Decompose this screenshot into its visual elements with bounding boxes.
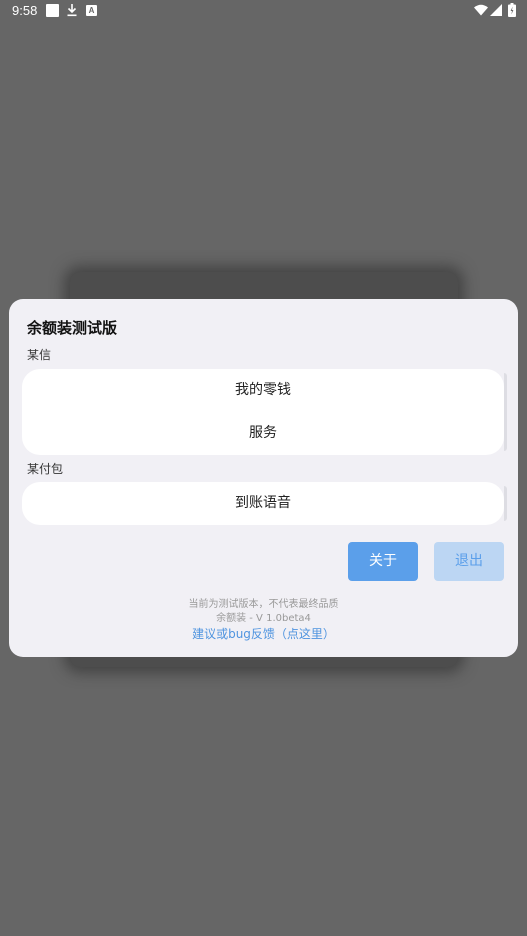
option-services[interactable]: 服务 (22, 412, 504, 455)
exit-button[interactable]: 退出 (434, 542, 504, 581)
group-edge (504, 373, 507, 451)
battery-icon (508, 3, 516, 17)
notification-square-icon (46, 4, 59, 17)
group-edge (504, 486, 507, 521)
section-label-alipay: 某付包 (27, 462, 64, 476)
feedback-link[interactable]: 建议或bug反馈（点这里） (9, 626, 518, 642)
test-version-disclaimer: 当前为测试版本，不代表最终品质 (188, 599, 339, 610)
status-bar: 9:58 A (0, 0, 527, 24)
section-label-wechat: 某信 (27, 348, 52, 362)
about-button[interactable]: 关于 (348, 542, 418, 581)
download-icon (67, 4, 77, 17)
status-time: 9:58 (12, 3, 38, 18)
alipay-group: 到账语音 (22, 482, 507, 525)
app-notification-icon: A (86, 5, 97, 16)
dialog: 余额装测试版 某信 我的零钱 服务 某付包 到账语音 关于 退出 当前为测试版本… (9, 299, 518, 657)
option-my-change[interactable]: 我的零钱 (22, 369, 504, 412)
version-label: 余额装 - V 1.0beta4 (216, 613, 311, 624)
dialog-title: 余额装测试版 (27, 319, 118, 337)
wifi-icon (474, 4, 488, 16)
option-payment-voice[interactable]: 到账语音 (22, 482, 504, 525)
wechat-group: 我的零钱 服务 (22, 369, 507, 455)
signal-icon (490, 4, 502, 16)
